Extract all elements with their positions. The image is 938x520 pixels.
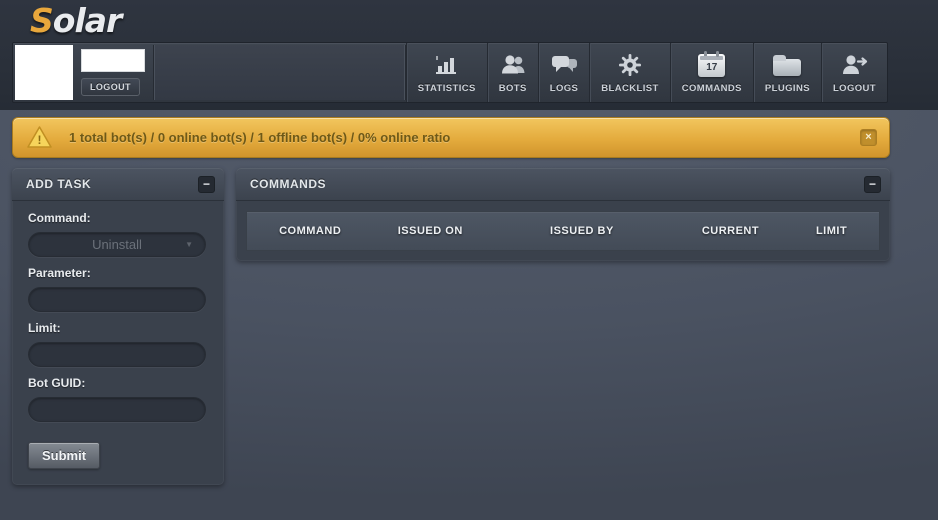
folder-icon xyxy=(773,52,801,79)
gear-icon xyxy=(618,52,642,79)
add-task-body: Command: Uninstall ▼ Parameter: Limit: B… xyxy=(12,201,224,485)
add-task-collapse-button[interactable]: − xyxy=(198,176,215,193)
nav-item-logout[interactable]: LOGOUT xyxy=(821,43,887,102)
nav-item-label: COMMANDS xyxy=(682,83,742,94)
bar-chart-icon xyxy=(434,52,460,79)
nav-item-label: BLACKLIST xyxy=(601,83,658,94)
nav-item-label: PLUGINS xyxy=(765,83,810,94)
nav-item-label: LOGS xyxy=(550,83,579,94)
nav-item-logs[interactable]: LOGS xyxy=(538,43,590,102)
nav-item-label: BOTS xyxy=(499,83,527,94)
nav-item-label: STATISTICS xyxy=(418,83,476,94)
add-task-panel: ADD TASK − Command: Uninstall ▼ Paramete… xyxy=(12,168,224,485)
command-select[interactable]: Uninstall ▼ xyxy=(28,232,206,257)
column-header-issued-by: ISSUED BY xyxy=(487,225,677,237)
command-label: Command: xyxy=(28,211,208,225)
warning-icon: ! xyxy=(26,125,53,150)
user-arrow-icon xyxy=(839,52,869,79)
add-task-header: ADD TASK − xyxy=(12,168,224,201)
bot-guid-label: Bot GUID: xyxy=(28,376,208,390)
calendar-strip xyxy=(700,56,723,60)
warning-glyph: ! xyxy=(38,133,42,147)
nav-item-bots[interactable]: BOTS xyxy=(487,43,538,102)
limit-label: Limit: xyxy=(28,321,208,335)
calendar-icon: 17 xyxy=(698,52,725,79)
nav-item-label: LOGOUT xyxy=(833,83,876,94)
nav-item-blacklist[interactable]: BLACKLIST xyxy=(589,43,669,102)
nav-item-statistics[interactable]: STATISTICS xyxy=(406,43,487,102)
column-header-limit: LIMIT xyxy=(784,225,879,237)
parameter-label: Parameter: xyxy=(28,266,208,280)
commands-body: COMMAND ISSUED ON ISSUED BY CURRENT LIMI… xyxy=(236,201,890,261)
parameter-input[interactable] xyxy=(28,287,206,312)
top-header: Solar LOGOUT STATISTIC xyxy=(0,0,938,110)
nav-item-commands[interactable]: 17 COMMANDS xyxy=(670,43,753,102)
mini-logout-button[interactable]: LOGOUT xyxy=(81,78,140,96)
calendar-day: 17 xyxy=(706,63,717,73)
alert-message: 1 total bot(s) / 0 online bot(s) / 1 off… xyxy=(69,130,450,145)
nav-spacer-panel xyxy=(153,45,406,100)
chat-bubbles-icon xyxy=(551,52,578,79)
nav-item-plugins[interactable]: PLUGINS xyxy=(753,43,821,102)
app-logo: Solar xyxy=(0,0,938,40)
column-header-current: CURRENT xyxy=(677,225,784,237)
content-row: ADD TASK − Command: Uninstall ▼ Paramete… xyxy=(12,168,890,485)
column-header-issued-on: ISSUED ON xyxy=(373,225,487,237)
submit-button[interactable]: Submit xyxy=(28,442,100,469)
users-icon xyxy=(499,52,527,79)
commands-title: COMMANDS xyxy=(250,177,326,191)
column-header-command: COMMAND xyxy=(247,225,373,237)
user-cell: LOGOUT xyxy=(75,43,153,102)
main-area: ! 1 total bot(s) / 0 online bot(s) / 1 o… xyxy=(0,110,938,520)
limit-input[interactable] xyxy=(28,342,206,367)
alert-close-button[interactable]: × xyxy=(860,129,877,146)
commands-header: COMMANDS − xyxy=(236,168,890,201)
commands-collapse-button[interactable]: − xyxy=(864,176,881,193)
commands-table-header: COMMAND ISSUED ON ISSUED BY CURRENT LIMI… xyxy=(246,211,880,251)
command-select-value: Uninstall xyxy=(92,237,142,252)
bot-guid-input[interactable] xyxy=(28,397,206,422)
user-field[interactable] xyxy=(81,49,145,72)
nav-bar: LOGOUT STATISTICS xyxy=(12,42,888,103)
logo-rest: olar xyxy=(53,1,122,40)
logo-first-letter: S xyxy=(30,1,53,40)
chevron-down-icon: ▼ xyxy=(185,240,193,249)
add-task-title: ADD TASK xyxy=(26,177,91,191)
avatar xyxy=(15,45,73,100)
commands-panel: COMMANDS − COMMAND ISSUED ON ISSUED BY C… xyxy=(236,168,890,261)
status-alert: ! 1 total bot(s) / 0 online bot(s) / 1 o… xyxy=(12,117,890,158)
